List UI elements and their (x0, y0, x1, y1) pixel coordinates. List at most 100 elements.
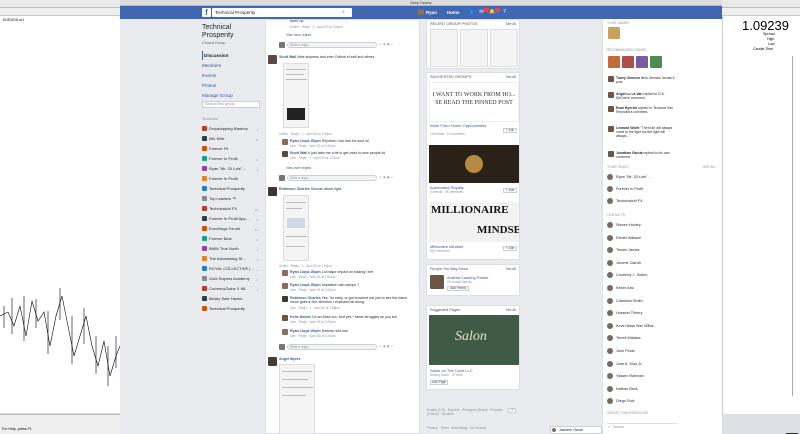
page-banner-salon[interactable]: Salon (429, 315, 519, 365)
shortcut-item[interactable]: Binary Safe Haven (202, 294, 258, 303)
see-all-link[interactable]: See All (505, 22, 516, 26)
contact-item[interactable]: Tiesen James (607, 246, 640, 255)
shortcut-item[interactable]: Forever In Profit App... 4 (202, 214, 258, 223)
join-button[interactable]: + Join (503, 128, 517, 133)
shortcut-item[interactable]: IML Elite 6 (202, 134, 258, 143)
contact-item[interactable]: Charlesis Smith (607, 297, 643, 306)
emoji-icon[interactable]: ☺ ◉ ▣ ◇ (379, 175, 393, 179)
shortcut-item[interactable]: Forever Fit (202, 144, 258, 153)
ticker-item[interactable]: Leonard Wolfe "The truth will always com… (616, 126, 676, 138)
language-links[interactable]: English (US) · Español · Português (Bras… (427, 408, 507, 416)
shortcut-item[interactable]: Technical Prosperity (202, 184, 258, 193)
page-item[interactable]: Forever In Profit (607, 185, 643, 194)
contact-item[interactable]: Kevin Bass Wer Willia... (607, 322, 656, 331)
ticker-avatar[interactable] (608, 92, 614, 98)
screenshot-image[interactable] (279, 364, 315, 433)
profile-link[interactable]: Ryan (426, 8, 437, 17)
group-banner-millionaire-mindset[interactable]: MILLIONAIRE MINDSE (429, 202, 519, 242)
reply-input[interactable]: Write a reply... (287, 175, 377, 181)
contact-item[interactable]: Diego Ruiz (607, 397, 635, 406)
shortcut-item[interactable]: EuroKings Forum 11 (202, 224, 258, 233)
shortcut-item[interactable]: Ryan "Mr. 20 Lots" ... 4 (202, 164, 258, 173)
ticker-avatar[interactable] (608, 151, 614, 157)
contact-item[interactable]: Jerome Clarah (607, 259, 641, 268)
ticker-avatar[interactable] (608, 126, 614, 132)
emoji-icon[interactable]: ☺ ◉ ▣ ◇ (379, 42, 393, 46)
help-icon[interactable]: ? (501, 9, 508, 16)
game-icon[interactable] (650, 56, 662, 68)
see-all-link[interactable]: See All (505, 75, 516, 79)
view-more-replies[interactable]: View more replies (286, 33, 311, 37)
screenshot-image[interactable] (283, 63, 309, 128)
game-icon[interactable] (608, 56, 620, 68)
emoji-icon[interactable]: ☺ ◉ ▣ ◇ (379, 344, 393, 348)
ticker-item[interactable]: Evan Byerick replied to Terrance Ken Rey… (616, 106, 676, 114)
chat-tab[interactable]: Jasmine Clarah (550, 426, 602, 434)
nav-discussion[interactable]: Discussion (202, 51, 260, 60)
group-search-input[interactable]: Search this group (202, 101, 260, 108)
ticker-item[interactable]: Angel.Lu La Van replied to D.A. McCain's… (616, 92, 676, 100)
game-icon[interactable] (636, 56, 648, 68)
shortcut-item[interactable]: Forever Blue 3 (202, 234, 258, 243)
shortcut-item[interactable]: Dropshipping Mastery 1 (202, 124, 258, 133)
reply-input[interactable]: Write a reply... (287, 42, 377, 48)
group-banner-automated-royalty[interactable] (429, 145, 519, 183)
nav-photos[interactable]: Photos (202, 81, 260, 90)
game-icon[interactable] (608, 27, 620, 39)
shortcut-item[interactable]: Top Leaders ™ (202, 194, 258, 203)
nav-events[interactable]: Events (202, 71, 260, 80)
see-all-link[interactable]: See All (505, 308, 516, 312)
contact-item[interactable]: Nathan Beck (607, 385, 638, 394)
shortcut-item[interactable]: Forever In Profit 4 (202, 154, 258, 163)
contact-item[interactable]: Terrell Wallace (607, 334, 641, 343)
join-button[interactable]: + Join (503, 246, 517, 251)
shortcut-item[interactable]: Technical Prosperity (202, 304, 258, 313)
shortcut-item[interactable]: ROYAL COLLECTIVE |... 1 (202, 264, 258, 273)
home-link[interactable]: Home (447, 8, 460, 17)
search-icon[interactable]: ⌕ (342, 9, 349, 16)
facebook-logo-icon[interactable]: f (202, 8, 211, 17)
ticker-avatar[interactable] (608, 106, 614, 112)
contact-item[interactable]: Jose A. Diaz Jr. (607, 360, 642, 369)
group-banner-work-from-home[interactable]: I WANT TO WORK FROM HO... SE READ THE PI… (429, 82, 519, 122)
page-item[interactable]: Technicalchi FX (607, 197, 643, 206)
shortcut-item[interactable]: Technicalchi FX 13 (202, 204, 258, 213)
ticker-avatar[interactable] (608, 76, 614, 82)
view-more-replies[interactable]: View more replies (286, 166, 311, 170)
reply-input[interactable]: Write a reply... (287, 344, 377, 350)
shortcut-item[interactable]: CurrencyGainz X ML 1 (202, 284, 258, 293)
like-page-button[interactable]: Like Page (430, 380, 448, 385)
game-icon[interactable] (622, 56, 634, 68)
search-input[interactable]: Technical Prosperity (212, 8, 352, 17)
contact-item[interactable]: Hussein Thierry (607, 309, 643, 318)
add-friend-button[interactable]: Add Friend (447, 286, 469, 291)
ticker-item[interactable]: Jonathan Garcia replied to his own comme… (616, 151, 676, 159)
contact-item[interactable]: Steven Hooley (607, 221, 641, 230)
photo-thumb[interactable] (490, 29, 518, 67)
photo-thumb[interactable] (430, 29, 458, 67)
see-all-pages-link[interactable]: SEE ALL (703, 165, 716, 169)
photo-thumb[interactable] (460, 29, 488, 67)
price-chart-left[interactable]: EURUSD,m1 (0, 16, 120, 414)
shortcut-item[interactable]: The Astonishing St... 1 (202, 254, 258, 263)
friend-requests-icon[interactable]: 👥 (467, 9, 474, 16)
screenshot-image[interactable] (283, 195, 309, 261)
shortcut-item[interactable]: Forever In Profit (202, 174, 258, 183)
join-button[interactable]: + Join (503, 188, 517, 193)
group-name[interactable]: Technical Prosperity (202, 24, 260, 40)
contact-item[interactable]: Courtney J. Sutton (607, 271, 647, 280)
user-avatar[interactable] (418, 9, 424, 15)
contact-item[interactable]: Josh Poole (607, 347, 635, 356)
see-all-link[interactable]: See All (505, 267, 516, 271)
contact-item[interactable]: Kelvin Abu (607, 284, 634, 293)
chat-search-input[interactable]: Search (607, 423, 677, 430)
group-title[interactable]: Work From Home Opportunities (430, 123, 490, 128)
page-item[interactable]: Ryan "Mr. 20 Lots" ... (607, 173, 652, 182)
contact-item[interactable]: Dimitri Wallace (607, 234, 641, 243)
contact-item[interactable]: Yassen Rahman (607, 372, 644, 381)
shortcut-item[interactable]: Gold Snipers Academy 1 (202, 274, 258, 283)
price-chart-right[interactable]: Spread High Low Candle Time ❚❚ (722, 16, 800, 434)
nav-members[interactable]: Members (202, 61, 260, 70)
shortcut-item[interactable]: BMW True North 1 (202, 244, 258, 253)
person-avatar[interactable] (430, 275, 444, 289)
